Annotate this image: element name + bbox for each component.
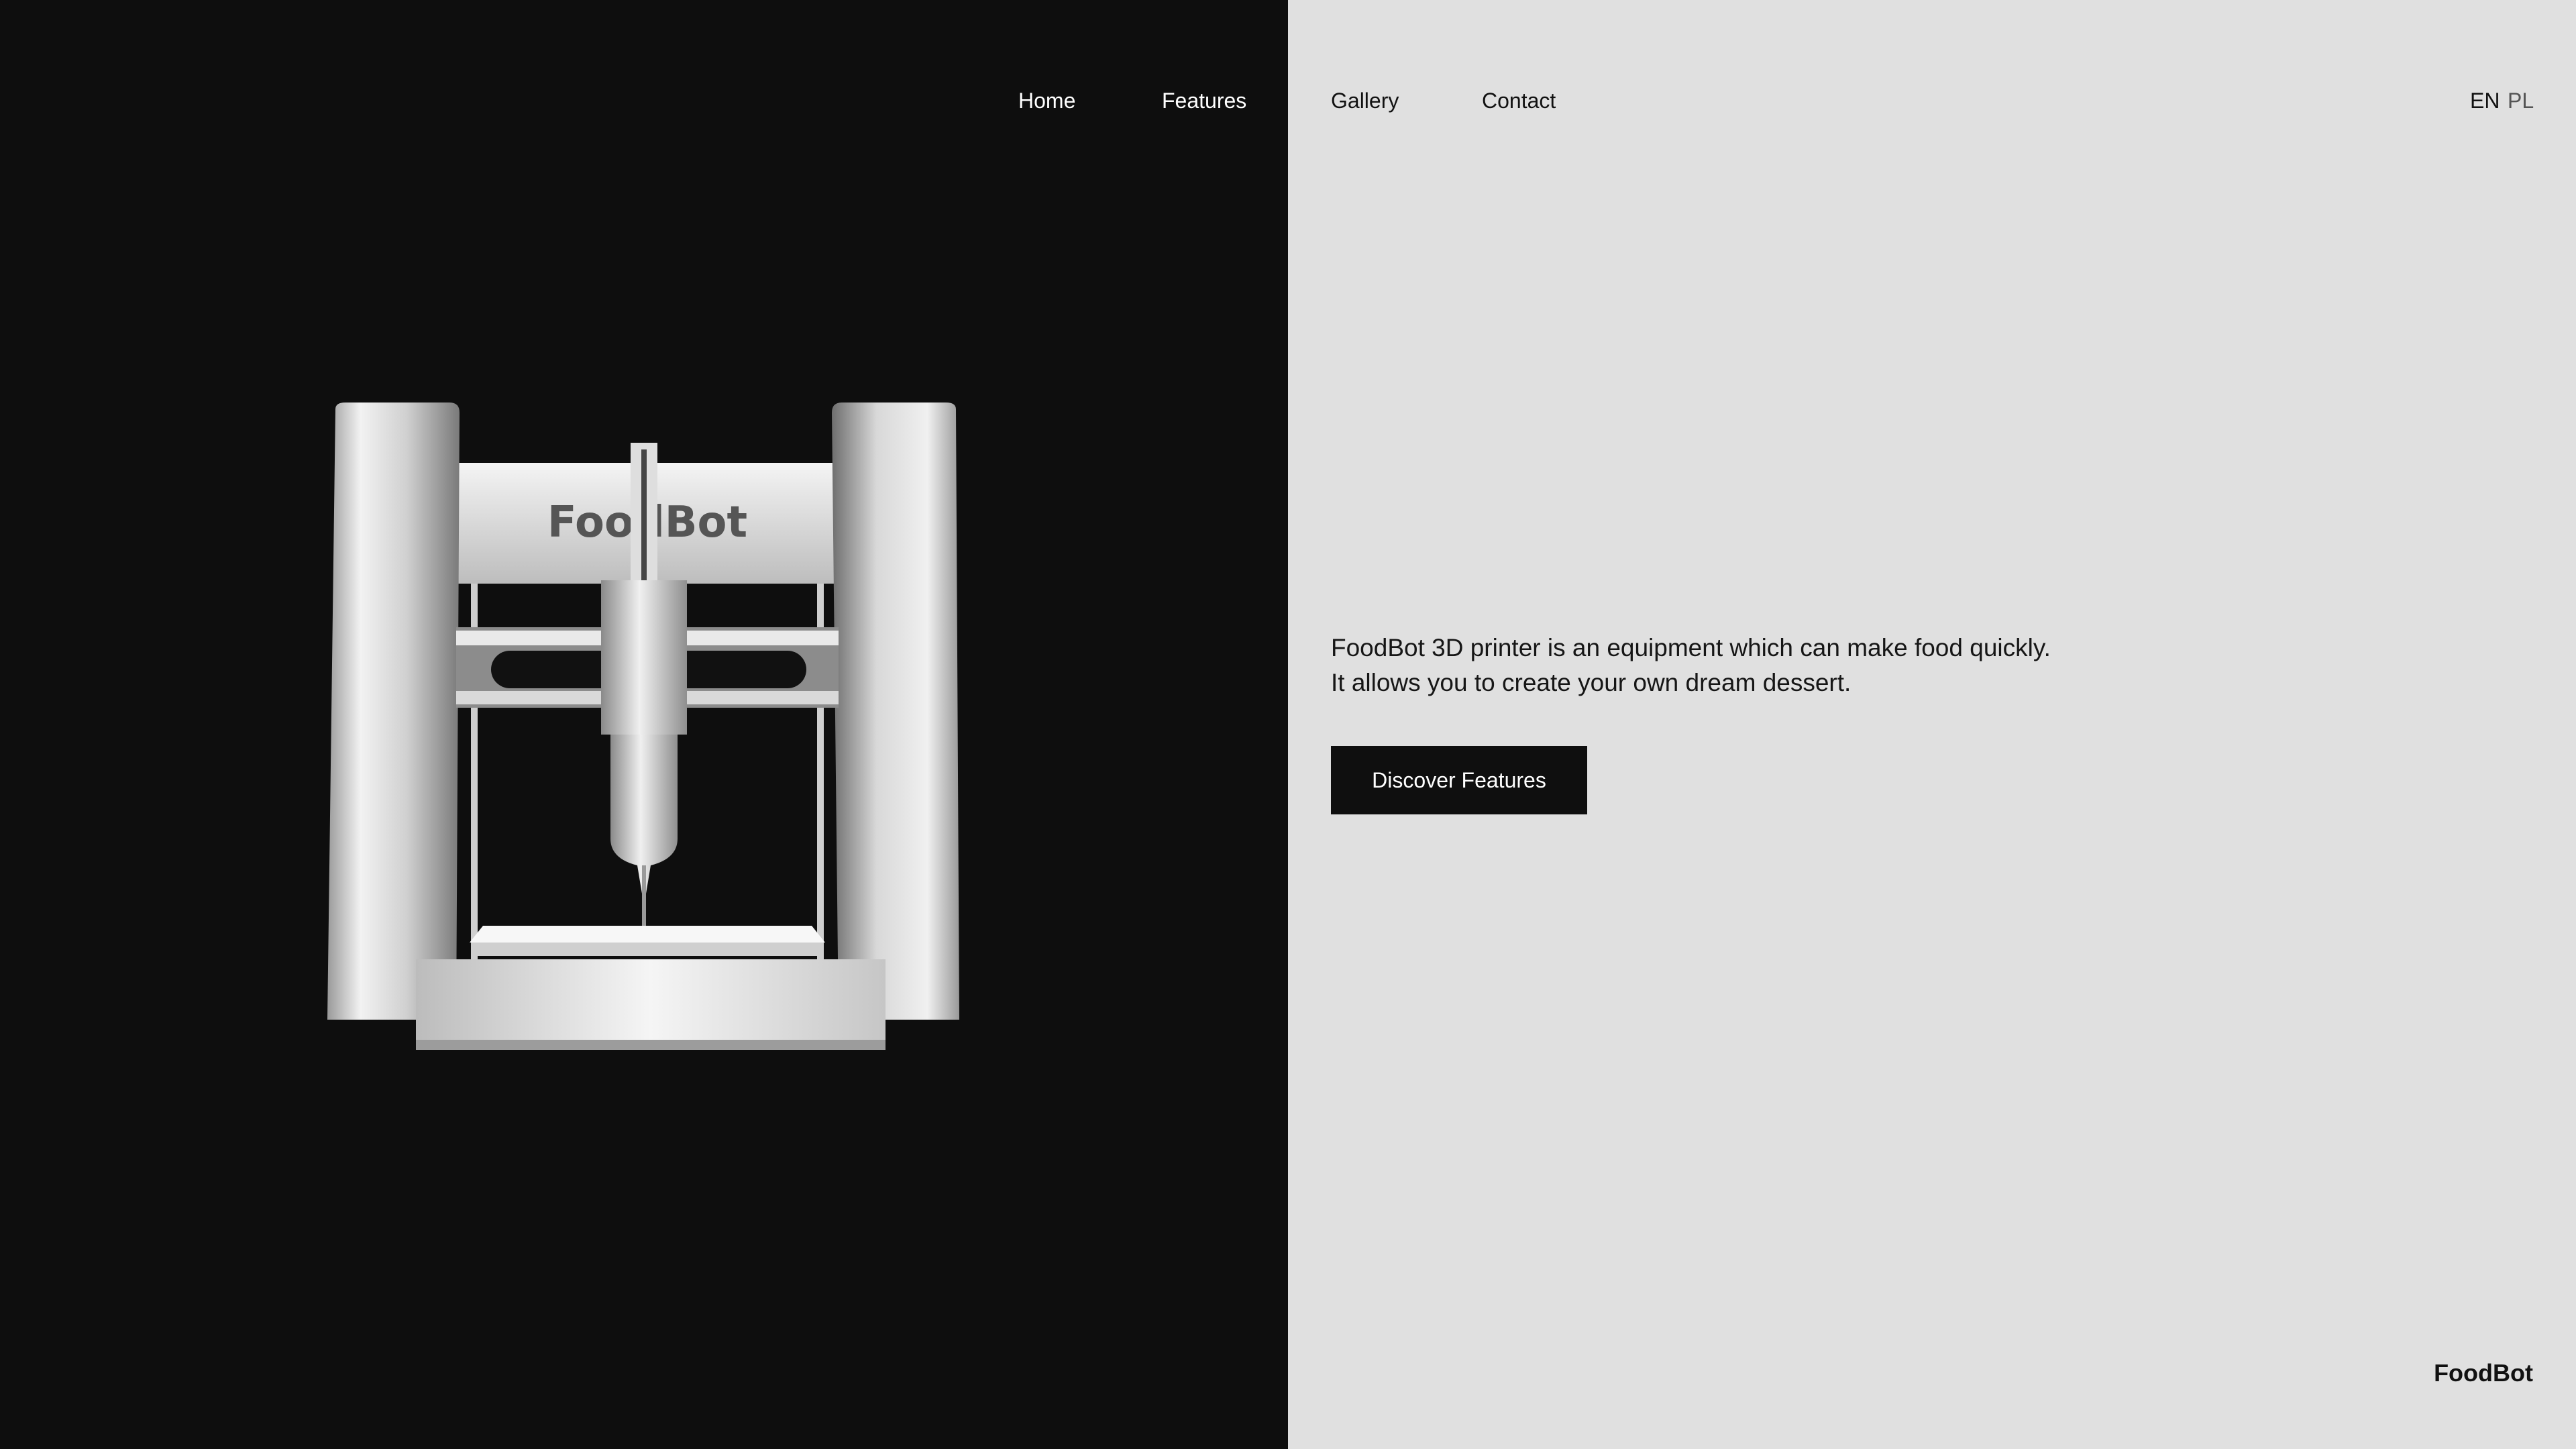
- nav-gallery[interactable]: Gallery: [1331, 86, 1399, 115]
- hero-line-1: FoodBot 3D printer is an equipment which…: [1331, 634, 2051, 661]
- nav-home[interactable]: Home: [1018, 86, 1075, 115]
- discover-features-button[interactable]: Discover Features: [1331, 746, 1587, 814]
- hero-description: FoodBot 3D printer is an equipment which…: [1331, 631, 2136, 700]
- foodbot-printer-image: FoodBot: [327, 402, 959, 1050]
- left-dark-panel: FoodBot Home Features: [0, 0, 1288, 1449]
- language-en[interactable]: EN: [2470, 86, 2500, 115]
- footer-brand-logo: FoodBot: [2434, 1359, 2533, 1387]
- nav-contact[interactable]: Contact: [1482, 86, 1556, 115]
- hero-line-2: It allows you to create your own dream d…: [1331, 669, 1851, 696]
- nav-features[interactable]: Features: [1162, 86, 1246, 115]
- right-light-panel: [1288, 0, 2576, 1449]
- language-pl[interactable]: PL: [2508, 86, 2534, 115]
